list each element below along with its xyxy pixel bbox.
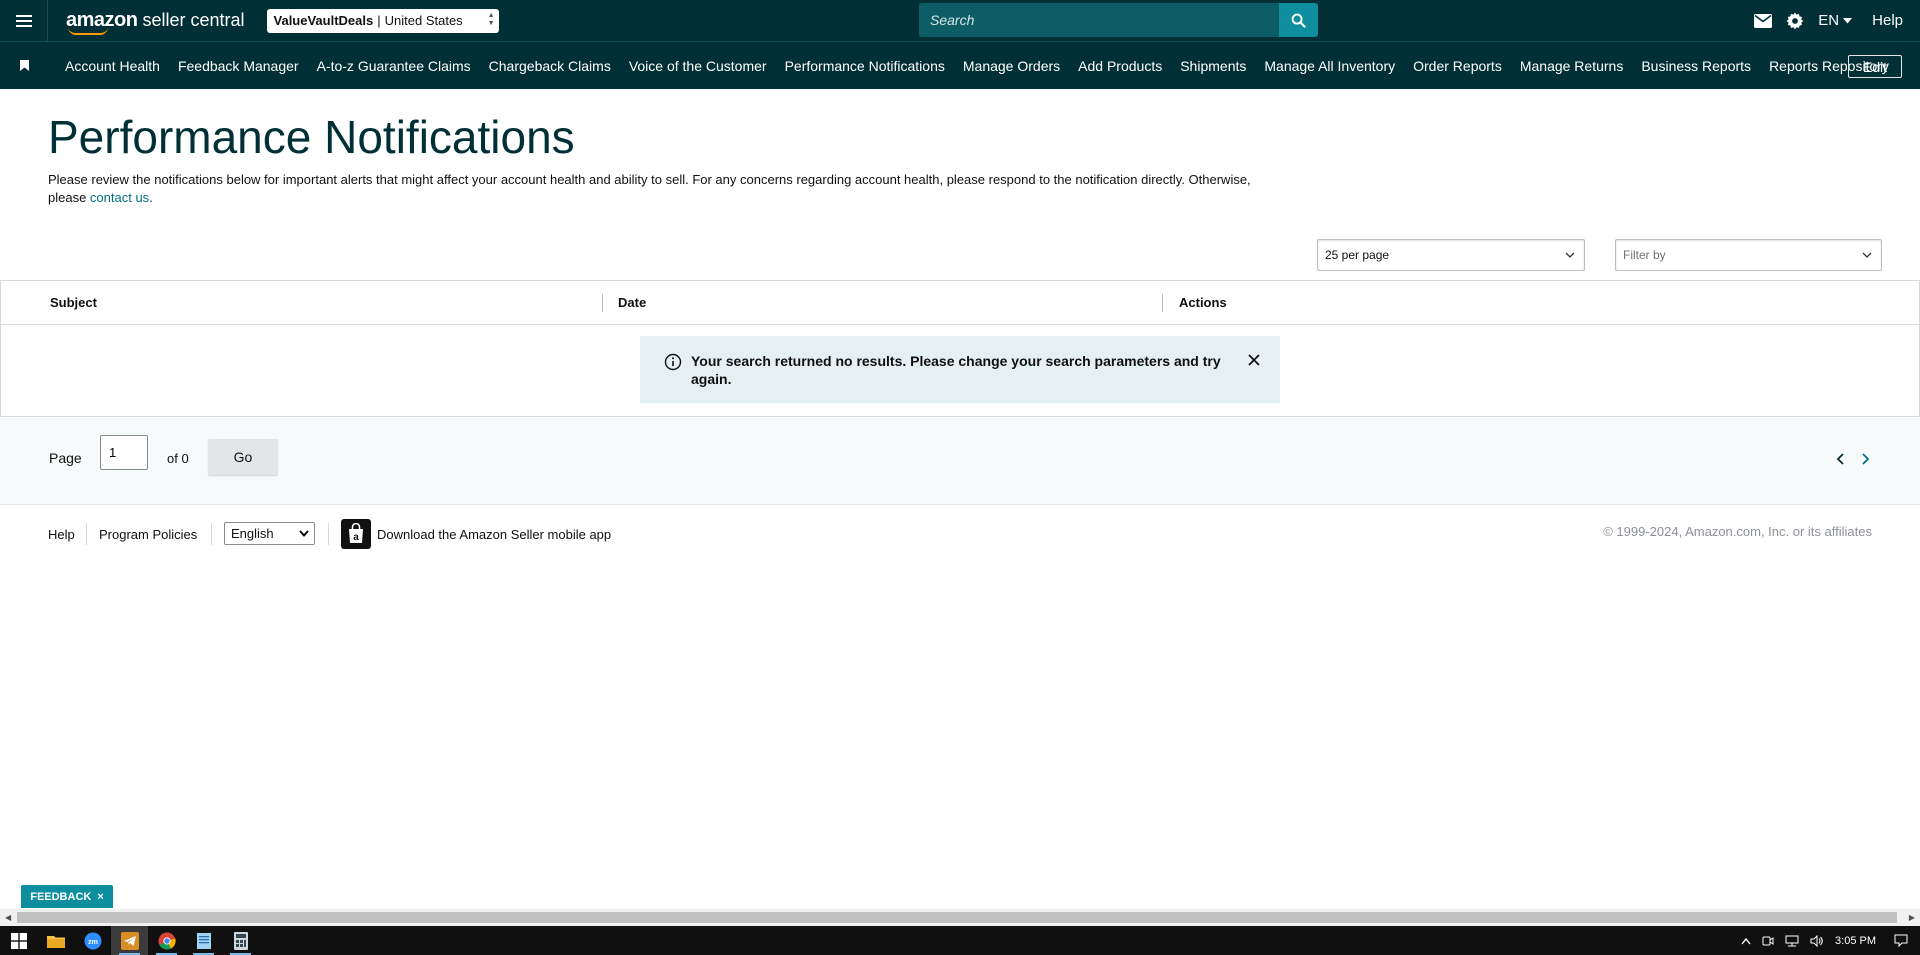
account-region: United States	[384, 13, 463, 28]
search-icon	[1291, 13, 1306, 28]
footer-divider	[328, 523, 329, 545]
nav-item-feedback-manager[interactable]: Feedback Manager	[178, 58, 299, 74]
scroll-left-icon[interactable]: ◀	[5, 913, 11, 922]
amazon-smile-icon	[68, 27, 108, 35]
windows-start-icon[interactable]	[0, 926, 37, 955]
header-actions: EN Help	[1754, 0, 1920, 41]
chevron-left-icon[interactable]	[1836, 453, 1845, 465]
notepad-app-icon[interactable]	[185, 926, 222, 955]
no-results-alert: Your search returned no results. Please …	[640, 336, 1280, 403]
footer-divider	[86, 523, 87, 545]
chevron-up-icon[interactable]	[1741, 937, 1751, 945]
info-icon	[664, 353, 682, 371]
search-bar	[919, 3, 1318, 37]
seller-app-icon[interactable]: a	[341, 519, 371, 549]
page-title: Performance Notifications	[48, 111, 575, 163]
nav-item-business-reports[interactable]: Business Reports	[1641, 58, 1751, 74]
top-header: amazon seller central ValueVaultDeals | …	[0, 0, 1920, 41]
go-button[interactable]: Go	[208, 439, 278, 475]
footer-help-link[interactable]: Help	[48, 527, 75, 542]
bookmark-icon[interactable]	[0, 60, 48, 71]
search-button[interactable]	[1279, 3, 1318, 37]
footer-divider	[211, 523, 212, 545]
nav-item-manage-inventory[interactable]: Manage All Inventory	[1264, 58, 1395, 74]
program-policies-link[interactable]: Program Policies	[99, 527, 197, 542]
chevron-down-icon	[1565, 252, 1575, 258]
stepper-arrows-icon: ▲ ▼	[487, 11, 495, 27]
chevron-down-icon	[1862, 252, 1872, 258]
filter-select[interactable]: Filter by	[1615, 239, 1882, 271]
zoom-app-icon[interactable]: zm	[74, 926, 111, 955]
meet-now-icon[interactable]	[1762, 935, 1774, 947]
nav-item-performance-notifications[interactable]: Performance Notifications	[785, 58, 945, 74]
footer-language-select[interactable]: English	[224, 522, 315, 545]
seller-central-logo[interactable]: amazon seller central	[66, 0, 245, 41]
nav-items: Account Health Feedback Manager A-to-z G…	[65, 58, 1907, 74]
nav-bar: Account Health Feedback Manager A-to-z G…	[0, 41, 1920, 89]
mail-icon[interactable]	[1754, 13, 1773, 28]
nav-item-chargeback-claims[interactable]: Chargeback Claims	[489, 58, 611, 74]
svg-text:zm: zm	[88, 939, 98, 946]
volume-icon[interactable]	[1810, 934, 1824, 947]
notifications-icon[interactable]	[1894, 934, 1908, 947]
column-divider	[1162, 294, 1163, 312]
table-header: Subject Date Actions	[1, 281, 1919, 325]
page-number-input[interactable]	[100, 435, 148, 470]
column-divider	[602, 294, 603, 312]
caret-down-icon	[1843, 17, 1853, 23]
column-header-subject[interactable]: Subject	[50, 295, 97, 310]
pagination: Page of 0 Go	[0, 417, 1920, 505]
close-icon[interactable]: ×	[97, 891, 103, 903]
page-count: of 0	[167, 451, 189, 466]
intro-text: Please review the notifications below fo…	[48, 172, 1251, 205]
clock[interactable]: 3:05 PM	[1835, 935, 1876, 947]
footer: Help Program Policies English a Download…	[0, 517, 1920, 553]
chrome-browser-icon[interactable]	[148, 926, 185, 955]
chevron-down-icon	[299, 530, 309, 537]
menu-icon[interactable]	[0, 0, 48, 41]
account-switcher[interactable]: ValueVaultDeals | United States ▲ ▼	[266, 8, 499, 33]
alert-message: Your search returned no results. Please …	[691, 353, 1221, 387]
nav-item-manage-returns[interactable]: Manage Returns	[1520, 58, 1624, 74]
close-icon[interactable]	[1247, 353, 1261, 367]
os-taskbar: zm 3:05 PM	[0, 926, 1920, 955]
account-store-name: ValueVaultDeals	[273, 13, 374, 28]
feedback-tab[interactable]: FEEDBACK ×	[21, 885, 113, 908]
system-tray: 3:05 PM	[1741, 926, 1920, 955]
copyright: © 1999-2024, Amazon.com, Inc. or its aff…	[1603, 524, 1872, 539]
download-app-link[interactable]: Download the Amazon Seller mobile app	[377, 527, 611, 542]
nav-item-add-products[interactable]: Add Products	[1078, 58, 1162, 74]
nav-item-a-to-z-claims[interactable]: A-to-z Guarantee Claims	[317, 58, 471, 74]
contact-us-link[interactable]: contact us	[90, 190, 149, 205]
chevron-right-icon[interactable]	[1861, 453, 1870, 465]
help-link[interactable]: Help	[1872, 12, 1903, 29]
search-input[interactable]	[919, 3, 1279, 37]
network-icon[interactable]	[1785, 935, 1799, 947]
column-header-actions: Actions	[1179, 295, 1227, 310]
horizontal-scrollbar[interactable]: ◀ ▶	[0, 909, 1920, 926]
nav-item-shipments[interactable]: Shipments	[1180, 58, 1246, 74]
per-page-select[interactable]: 25 per page	[1317, 239, 1585, 271]
svg-text:a: a	[353, 532, 359, 543]
gear-icon[interactable]	[1786, 11, 1804, 30]
nav-item-account-health[interactable]: Account Health	[65, 58, 160, 74]
file-explorer-icon[interactable]	[37, 926, 74, 955]
scroll-right-icon[interactable]: ▶	[1909, 913, 1915, 922]
page-label: Page	[49, 450, 82, 466]
calculator-app-icon[interactable]	[222, 926, 259, 955]
nav-item-order-reports[interactable]: Order Reports	[1413, 58, 1502, 74]
scrollbar-thumb[interactable]	[17, 912, 1897, 923]
telegram-app-icon[interactable]	[111, 926, 148, 955]
language-selector[interactable]: EN	[1818, 12, 1853, 29]
nav-item-voice-of-customer[interactable]: Voice of the Customer	[629, 58, 767, 74]
nav-item-manage-orders[interactable]: Manage Orders	[963, 58, 1060, 74]
column-header-date[interactable]: Date	[618, 295, 646, 310]
edit-nav-button[interactable]: Edit	[1848, 55, 1902, 78]
